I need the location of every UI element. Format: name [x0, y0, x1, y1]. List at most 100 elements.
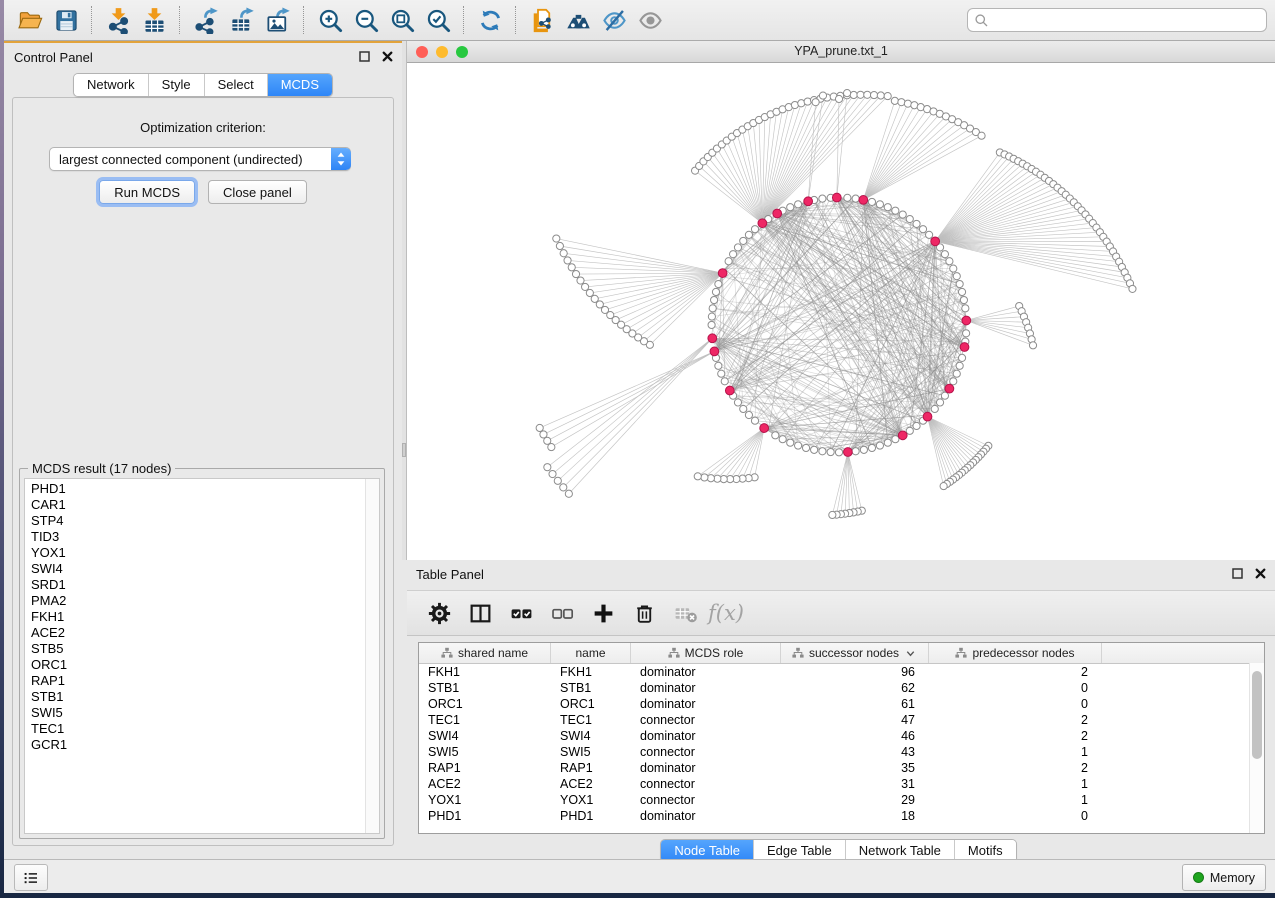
- function-builder-button[interactable]: f(x): [712, 598, 740, 628]
- tab-style[interactable]: Style: [148, 74, 204, 96]
- add-column-button[interactable]: [589, 598, 617, 628]
- mcds-result-item[interactable]: STB1: [25, 689, 379, 705]
- mcds-hub-node[interactable]: [804, 197, 813, 206]
- memory-button[interactable]: Memory: [1182, 864, 1266, 891]
- window-close-icon[interactable]: [416, 46, 428, 58]
- mcds-hub-node[interactable]: [945, 384, 954, 393]
- table-row[interactable]: SWI4SWI4dominator462: [419, 728, 1264, 744]
- mcds-list-scrollbar[interactable]: [365, 479, 379, 833]
- float-table-panel-icon[interactable]: [1231, 567, 1244, 580]
- table-row[interactable]: YOX1YOX1connector291: [419, 792, 1264, 808]
- mcds-hub-node[interactable]: [898, 431, 907, 440]
- delete-table-button[interactable]: [671, 598, 699, 628]
- export-network-button[interactable]: [188, 3, 224, 37]
- mcds-hub-node[interactable]: [962, 316, 971, 325]
- table-scrollbar-thumb[interactable]: [1252, 671, 1262, 759]
- mcds-result-item[interactable]: CAR1: [25, 497, 379, 513]
- column-header-MCDS-role[interactable]: MCDS role: [631, 643, 781, 663]
- mcds-result-item[interactable]: STP4: [25, 513, 379, 529]
- mcds-result-item[interactable]: GCR1: [25, 737, 379, 753]
- splitter-handle-icon[interactable]: [402, 443, 406, 457]
- mcds-hub-node[interactable]: [931, 237, 940, 246]
- import-table-from-file-button[interactable]: [136, 3, 172, 37]
- mcds-result-item[interactable]: YOX1: [25, 545, 379, 561]
- mcds-hub-node[interactable]: [843, 448, 852, 457]
- cell: TEC1: [551, 713, 631, 727]
- table-row[interactable]: RAP1RAP1dominator352: [419, 760, 1264, 776]
- zoom-in-button[interactable]: [312, 3, 348, 37]
- zoom-selected-button[interactable]: [420, 3, 456, 37]
- cell: 35: [781, 761, 929, 775]
- close-table-panel-icon[interactable]: [1254, 567, 1267, 580]
- mcds-result-item[interactable]: STB5: [25, 641, 379, 657]
- table-row[interactable]: PHD1PHD1dominator180: [419, 808, 1264, 824]
- mcds-hub-node[interactable]: [760, 424, 769, 433]
- float-panel-icon[interactable]: [358, 50, 371, 63]
- table-row[interactable]: STB1STB1dominator620: [419, 680, 1264, 696]
- export-image-button[interactable]: [260, 3, 296, 37]
- settings-gear-button[interactable]: [425, 598, 453, 628]
- criterion-select[interactable]: largest connected component (undirected): [49, 147, 351, 171]
- column-header-name[interactable]: name: [551, 643, 631, 663]
- save-session-button[interactable]: [48, 3, 84, 37]
- mcds-result-item[interactable]: TID3: [25, 529, 379, 545]
- table-row[interactable]: TEC1TEC1connector472: [419, 712, 1264, 728]
- select-all-checks-button[interactable]: [507, 598, 535, 628]
- deselect-all-checks-button[interactable]: [548, 598, 576, 628]
- mcds-result-item[interactable]: SRD1: [25, 577, 379, 593]
- network-canvas[interactable]: [407, 63, 1275, 560]
- mcds-result-item[interactable]: PHD1: [25, 481, 379, 497]
- open-session-button[interactable]: [12, 3, 48, 37]
- run-mcds-button[interactable]: Run MCDS: [99, 180, 195, 204]
- mcds-result-item[interactable]: SWI5: [25, 705, 379, 721]
- mcds-hub-node[interactable]: [758, 219, 767, 228]
- sort-menu-icon[interactable]: [904, 648, 917, 659]
- tab-mcds[interactable]: MCDS: [267, 74, 332, 96]
- mcds-hub-node[interactable]: [708, 334, 717, 343]
- mcds-result-item[interactable]: ACE2: [25, 625, 379, 641]
- mcds-result-item[interactable]: FKH1: [25, 609, 379, 625]
- search-field[interactable]: [967, 8, 1267, 32]
- table-row[interactable]: FKH1FKH1dominator962: [419, 664, 1264, 680]
- table-scrollbar[interactable]: [1249, 663, 1264, 833]
- show-display-button[interactable]: [632, 3, 668, 37]
- window-minimize-icon[interactable]: [436, 46, 448, 58]
- mcds-hub-node[interactable]: [725, 386, 734, 395]
- mcds-result-item[interactable]: RAP1: [25, 673, 379, 689]
- import-network-from-file-button[interactable]: [100, 3, 136, 37]
- close-panel-button[interactable]: Close panel: [208, 180, 307, 204]
- mcds-hub-node[interactable]: [859, 196, 868, 205]
- window-zoom-icon[interactable]: [456, 46, 468, 58]
- zoom-out-button[interactable]: [348, 3, 384, 37]
- mcds-result-item[interactable]: PMA2: [25, 593, 379, 609]
- table-row[interactable]: SWI5SWI5connector431: [419, 744, 1264, 760]
- mcds-result-item[interactable]: TEC1: [25, 721, 379, 737]
- mcds-hub-node[interactable]: [718, 269, 727, 278]
- table-row[interactable]: ACE2ACE2connector311: [419, 776, 1264, 792]
- column-header-shared-name[interactable]: shared name: [419, 643, 551, 663]
- toggle-column-panel-button[interactable]: [466, 598, 494, 628]
- search-input[interactable]: [993, 12, 1260, 28]
- mcds-hub-node[interactable]: [710, 347, 719, 356]
- task-history-button[interactable]: [14, 864, 48, 891]
- mcds-result-item[interactable]: ORC1: [25, 657, 379, 673]
- export-table-button[interactable]: [224, 3, 260, 37]
- refresh-view-button[interactable]: [472, 3, 508, 37]
- mcds-hub-node[interactable]: [773, 209, 782, 218]
- tab-select[interactable]: Select: [204, 74, 267, 96]
- column-header-successor-nodes[interactable]: successor nodes: [781, 643, 929, 663]
- mcds-result-item[interactable]: SWI4: [25, 561, 379, 577]
- table-row[interactable]: ORC1ORC1dominator610: [419, 696, 1264, 712]
- find-neighbors-button[interactable]: [560, 3, 596, 37]
- mcds-hub-node[interactable]: [923, 412, 932, 421]
- clone-network-button[interactable]: [524, 3, 560, 37]
- delete-columns-button[interactable]: [630, 598, 658, 628]
- hide-display-button[interactable]: [596, 3, 632, 37]
- mcds-hub-node[interactable]: [960, 343, 969, 352]
- mcds-hub-node[interactable]: [832, 193, 841, 202]
- table-panel-title: Table Panel: [416, 567, 484, 582]
- column-header-predecessor-nodes[interactable]: predecessor nodes: [929, 643, 1102, 663]
- tab-network[interactable]: Network: [74, 74, 148, 96]
- close-panel-icon[interactable]: [381, 50, 394, 63]
- zoom-fit-button[interactable]: [384, 3, 420, 37]
